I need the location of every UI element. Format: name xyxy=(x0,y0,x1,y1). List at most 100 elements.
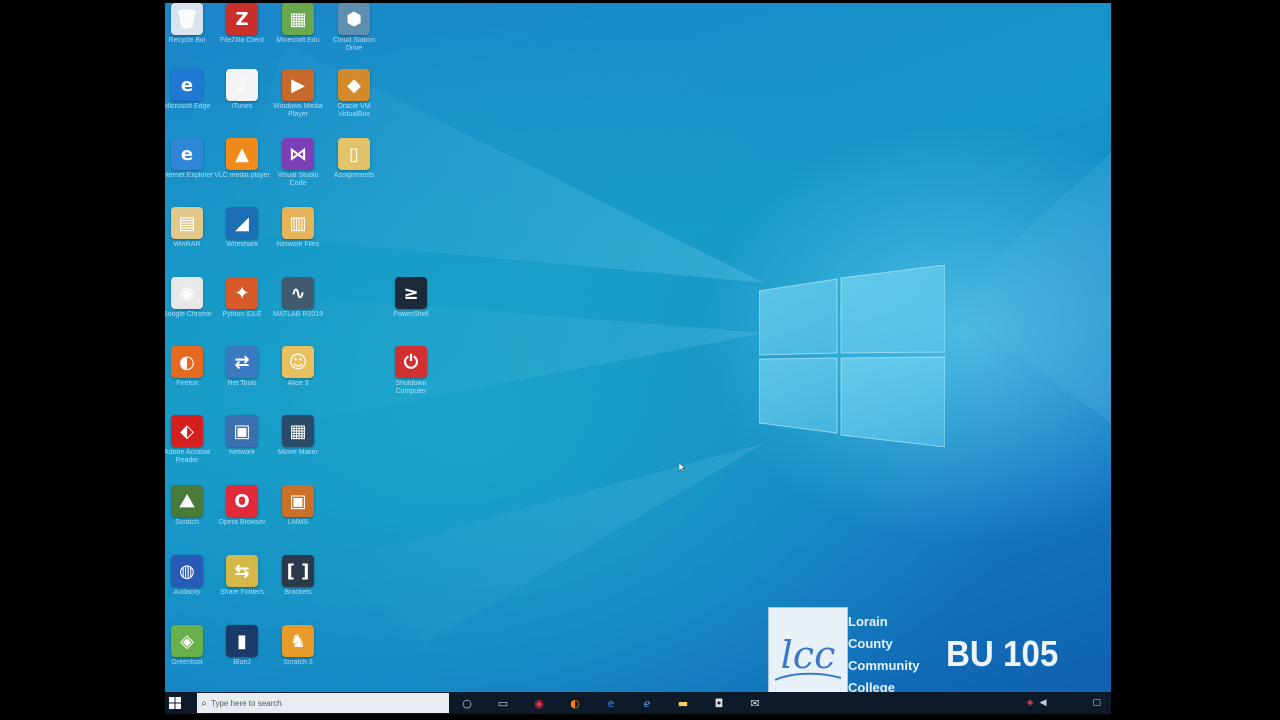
desktop-shortcut-python[interactable]: ✦ Python IDLE xyxy=(214,277,270,343)
college-name-line: Lorain xyxy=(848,614,888,629)
desktop-shortcut-greenfoot[interactable]: ◈ Greenfoot xyxy=(165,625,215,691)
desktop-shortcut-recycle-bin[interactable]: 🗑 Recycle Bin xyxy=(165,3,215,69)
clock[interactable] xyxy=(1052,696,1086,710)
desktop-shortcut-label: Scratch 3 xyxy=(283,659,313,666)
desktop-shortcut-acrobat[interactable]: ⬖ Adobe Acrobat Reader xyxy=(165,415,215,481)
desktop-shortcut-movie-maker[interactable]: ▦ Movie Maker xyxy=(270,415,326,481)
desktop-shortcut-network-computers[interactable]: ▣ Network xyxy=(214,415,270,481)
desktop-shortcut-vlc[interactable]: ▲ VLC media player xyxy=(214,138,270,204)
ie-icon: ℯ xyxy=(643,696,651,710)
bluej-icon: ▮ xyxy=(226,625,258,657)
desktop-shortcut-shutdown[interactable]: ⏻ Shutdown Computer xyxy=(383,346,439,412)
desktop-shortcut-label: Recycle Bin xyxy=(168,37,206,44)
desktop-shortcut-label: MATLAB R2019 xyxy=(272,311,324,318)
taskbar-edge[interactable]: e xyxy=(593,692,629,714)
desktop-shortcut-label: Network xyxy=(229,449,255,456)
package-icon: ◆ xyxy=(338,69,370,101)
cortana-button[interactable]: ○ xyxy=(449,692,485,714)
task-view-button[interactable]: ▭ xyxy=(485,692,521,714)
lccc-logo-mark: lcc xyxy=(774,633,842,681)
desktop-shortcut-chrome[interactable]: ◉ Google Chrome xyxy=(165,277,215,343)
desktop-shortcut-label: Firefox xyxy=(176,380,198,387)
firefox-icon: ◐ xyxy=(570,696,580,710)
task-view-icon: ▭ xyxy=(497,696,509,710)
desktop-shortcut-archive[interactable]: ▤ WinRAR xyxy=(165,207,215,273)
chrome-icon: ◉ xyxy=(534,696,544,710)
desktop-shortcut-label: BlueJ xyxy=(233,659,251,666)
desktop-shortcut-character[interactable]: ☺ Alice 3 xyxy=(270,346,326,412)
desktop-shortcut-package[interactable]: ◆ Oracle VM VirtualBox xyxy=(326,69,382,135)
desktop-shortcut-folder[interactable]: ▯ Assignments xyxy=(326,138,382,204)
desktop-shortcut-visual-studio[interactable]: ⋈ Visual Studio Code xyxy=(270,138,326,204)
desktop-shortcut-media-player[interactable]: ▶ Windows Media Player xyxy=(270,69,326,135)
svg-text:lcc: lcc xyxy=(781,633,836,677)
terminal-icon: ≥ xyxy=(395,277,427,309)
chrome-icon: ◉ xyxy=(171,277,203,309)
desktop-shortcut-label: FileZilla Client xyxy=(220,37,264,44)
desktop-shortcut-bluej[interactable]: ▮ BlueJ xyxy=(214,625,270,691)
desktop-shortcut-edge[interactable]: e Microsoft Edge xyxy=(165,69,215,135)
speaker-icon[interactable]: ◀ xyxy=(1040,698,1047,708)
desktop-shortcut-internet-explorer[interactable]: e Internet Explorer xyxy=(165,138,215,204)
vlc-icon: ▲ xyxy=(226,138,258,170)
taskbar-firefox[interactable]: ◐ xyxy=(557,692,593,714)
desktop-shortcut-audacity[interactable]: ◍ Audacity xyxy=(165,555,215,621)
desktop-shortcut-label: Wireshark xyxy=(226,241,258,248)
visual-studio-icon: ⋈ xyxy=(282,138,314,170)
store-icon: ◘ xyxy=(714,696,724,710)
system-tray: ◈ ◀ ▢ xyxy=(1027,692,1111,714)
desktop-shortcut-label: Audacity xyxy=(173,589,201,596)
itunes-icon: ♪ xyxy=(226,69,258,101)
shutdown-icon: ⏻ xyxy=(395,346,427,378)
start-button[interactable] xyxy=(165,692,185,714)
desktop-shortcut-terminal[interactable]: ≥ PowerShell xyxy=(383,277,439,343)
desktop-shortcut-label: Windows Media Player xyxy=(273,103,323,118)
desktop-shortcut-network-folder[interactable]: ▥ Network Files xyxy=(270,207,326,273)
desktop-shortcut-network-share[interactable]: ⇆ Share Folders xyxy=(214,555,270,621)
desktop-shortcut-label: Assignments xyxy=(333,172,375,179)
desktop-shortcut-record-app[interactable]: ▣ LMMS xyxy=(270,485,326,551)
desktop-shortcut-brackets[interactable]: [ ] Brackets xyxy=(270,555,326,621)
cortana-icon: ○ xyxy=(462,696,472,710)
opera-icon: O xyxy=(226,485,258,517)
edge-icon: e xyxy=(607,696,615,710)
desktop-shortcut-scratch-cat[interactable]: ♞ Scratch 3 xyxy=(270,625,326,691)
desktop-shortcut-wireshark[interactable]: ◢ Wireshark xyxy=(214,207,270,273)
desktop-shortcut-matlab[interactable]: ∿ MATLAB R2019 xyxy=(270,277,326,343)
movie-maker-icon: ▦ xyxy=(282,415,314,447)
folder-icon: ▯ xyxy=(338,138,370,170)
desktop-shortcut-network-tool[interactable]: ⇄ Net Tools xyxy=(214,346,270,412)
firefox-icon: ◐ xyxy=(171,346,203,378)
acrobat-icon: ⬖ xyxy=(171,415,203,447)
desktop-shortcut-label: Shutdown Computer xyxy=(395,380,427,395)
wireshark-icon: ◢ xyxy=(226,207,258,239)
search-icon: ⌕ xyxy=(201,697,207,709)
taskbar-mail[interactable]: ✉ xyxy=(737,692,773,714)
internet-explorer-icon: e xyxy=(171,138,203,170)
desktop-shortcut-firefox[interactable]: ◐ Firefox xyxy=(165,346,215,412)
desktop-shortcut-label: Network Files xyxy=(276,241,320,248)
desktop-shortcut-itunes[interactable]: ♪ iTunes xyxy=(214,69,270,135)
taskbar-search-box[interactable]: ⌕ Type here to search xyxy=(197,693,449,713)
taskbar-chrome[interactable]: ◉ xyxy=(521,692,557,714)
python-icon: ✦ xyxy=(226,277,258,309)
college-name-line: Community xyxy=(848,658,920,673)
taskbar-file-explorer[interactable]: ▬ xyxy=(665,692,701,714)
desktop-shortcut-landscape-app[interactable]: ⛰ Scratch xyxy=(165,485,215,551)
desktop-shortcut-label: Scratch xyxy=(175,519,199,526)
landscape-app-icon: ⛰ xyxy=(171,485,203,517)
desktop-shortcut-label: Python IDLE xyxy=(222,311,262,318)
taskbar: ⌕ Type here to search ○ ▭ ◉ ◐ e ℯ ▬ ◘ ✉ … xyxy=(165,692,1111,714)
desktop-shortcut-minecraft[interactable]: ▦ Minecraft Edu xyxy=(270,3,326,69)
desktop-shortcut-label: Alice 3 xyxy=(287,380,309,387)
network-icon[interactable]: ◈ xyxy=(1027,698,1034,708)
desktop-shortcut-opera[interactable]: O Opera Browser xyxy=(214,485,270,551)
desktop-shortcut-label: Microsoft Edge xyxy=(165,103,211,110)
room-label: BU 105 xyxy=(946,633,1059,674)
taskbar-ie[interactable]: ℯ xyxy=(629,692,665,714)
notifications-icon[interactable]: ▢ xyxy=(1092,698,1101,708)
mouse-pointer-icon xyxy=(679,463,685,472)
desktop-shortcut-filezilla[interactable]: Z FileZilla Client xyxy=(214,3,270,69)
desktop-shortcut-cloud-app[interactable]: ⬢ Cloud Station Drive xyxy=(326,3,382,69)
taskbar-store[interactable]: ◘ xyxy=(701,692,737,714)
